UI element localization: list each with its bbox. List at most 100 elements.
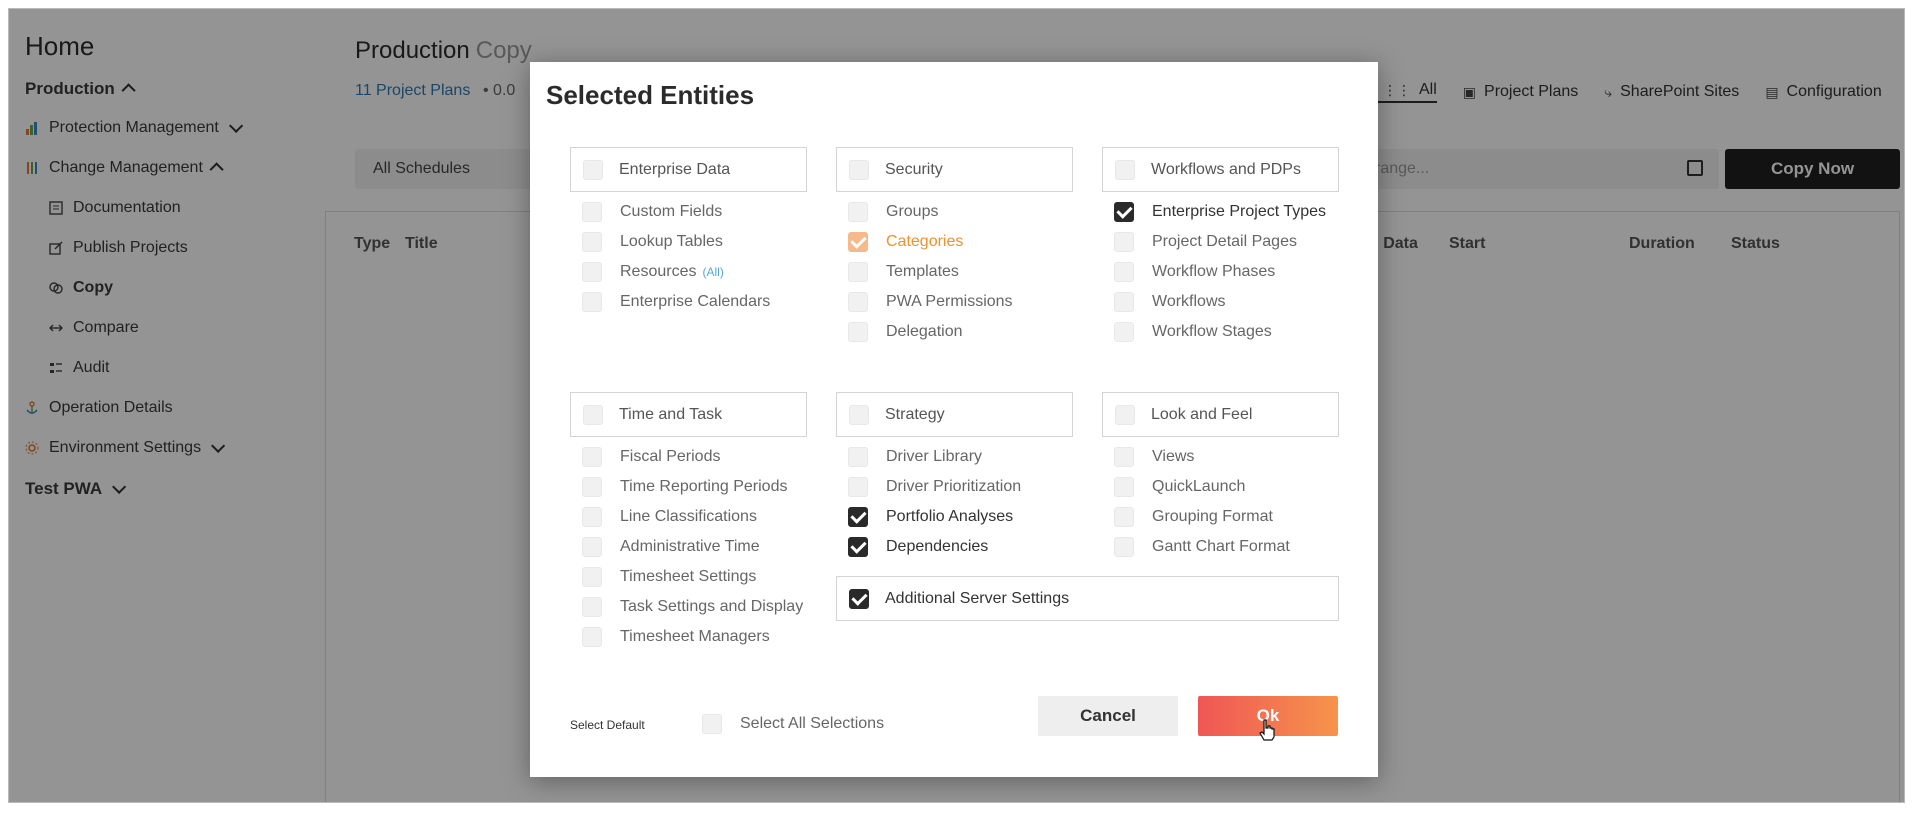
checkbox[interactable] — [582, 262, 602, 282]
cancel-button[interactable]: Cancel — [1038, 696, 1178, 736]
checkbox[interactable] — [582, 597, 602, 617]
option-label: Timesheet Settings — [620, 568, 757, 585]
checkbox[interactable] — [848, 232, 868, 252]
checkbox[interactable] — [1114, 447, 1134, 467]
group-checkbox[interactable] — [849, 404, 869, 425]
option-label: Driver Library — [886, 448, 983, 465]
group-look-and-feel[interactable]: Look and Feel — [1102, 392, 1339, 437]
checkbox[interactable] — [582, 477, 602, 497]
checkbox[interactable] — [848, 322, 868, 342]
option-task-settings-display[interactable]: Task Settings and Display — [582, 597, 803, 617]
option-enterprise-calendars[interactable]: Enterprise Calendars — [582, 292, 770, 312]
group-workflows-pdps[interactable]: Workflows and PDPs — [1102, 147, 1339, 192]
checkbox[interactable] — [702, 714, 722, 734]
option-resources[interactable]: Resources (All) — [582, 262, 724, 282]
option-label: Line Classifications — [620, 508, 757, 525]
checkbox[interactable] — [1114, 507, 1134, 527]
checkbox[interactable] — [848, 262, 868, 282]
option-dependencies[interactable]: Dependencies — [848, 537, 988, 557]
checkbox[interactable] — [848, 477, 868, 497]
option-workflow-phases[interactable]: Workflow Phases — [1114, 262, 1275, 282]
group-security[interactable]: Security — [836, 147, 1073, 192]
option-label: Gantt Chart Format — [1152, 538, 1290, 555]
select-default-label[interactable]: Select Default — [570, 718, 645, 732]
option-time-reporting-periods[interactable]: Time Reporting Periods — [582, 477, 787, 497]
option-label: Project Detail Pages — [1152, 233, 1297, 250]
option-label: Dependencies — [886, 538, 989, 555]
checkbox[interactable] — [848, 537, 868, 557]
option-label: Timesheet Managers — [620, 628, 770, 645]
checkbox[interactable] — [582, 292, 602, 312]
option-label: Time Reporting Periods — [620, 478, 788, 495]
group-time-and-task[interactable]: Time and Task — [570, 392, 807, 437]
group-checkbox[interactable] — [583, 404, 603, 425]
group-enterprise-data[interactable]: Enterprise Data — [570, 147, 807, 192]
option-views[interactable]: Views — [1114, 447, 1194, 467]
option-label: Workflow Phases — [1152, 263, 1276, 280]
option-label: PWA Permissions — [886, 293, 1013, 310]
group-checkbox[interactable] — [1115, 159, 1135, 180]
checkbox[interactable] — [1114, 322, 1134, 342]
option-delegation[interactable]: Delegation — [848, 322, 963, 342]
option-label: QuickLaunch — [1152, 478, 1246, 495]
option-fiscal-periods[interactable]: Fiscal Periods — [582, 447, 720, 467]
checkbox[interactable] — [582, 232, 602, 252]
option-lookup-tables[interactable]: Lookup Tables — [582, 232, 723, 252]
checkbox[interactable] — [582, 507, 602, 527]
group-label: Enterprise Data — [619, 160, 731, 178]
option-label: Enterprise Project Types — [1152, 203, 1327, 220]
option-label: Categories — [886, 233, 964, 250]
option-label: Portfolio Analyses — [886, 508, 1014, 525]
checkbox[interactable] — [1114, 537, 1134, 557]
group-checkbox[interactable] — [1115, 404, 1135, 425]
checkbox[interactable] — [848, 202, 868, 222]
option-label: Workflow Stages — [1152, 323, 1272, 340]
checkbox[interactable] — [1114, 202, 1134, 222]
option-timesheet-managers[interactable]: Timesheet Managers — [582, 627, 770, 647]
option-categories[interactable]: Categories — [848, 232, 963, 252]
option-workflows[interactable]: Workflows — [1114, 292, 1226, 312]
checkbox[interactable] — [1114, 477, 1134, 497]
option-driver-library[interactable]: Driver Library — [848, 447, 982, 467]
checkbox[interactable] — [1114, 262, 1134, 282]
checkbox[interactable] — [582, 202, 602, 222]
resources-all-link[interactable]: (All) — [702, 265, 723, 279]
group-label: Security — [885, 160, 943, 178]
group-additional-server-settings[interactable]: Additional Server Settings — [836, 576, 1339, 621]
option-administrative-time[interactable]: Administrative Time — [582, 537, 760, 557]
checkbox[interactable] — [582, 567, 602, 587]
checkbox[interactable] — [848, 447, 868, 467]
checkbox[interactable] — [582, 537, 602, 557]
option-portfolio-analyses[interactable]: Portfolio Analyses — [848, 507, 1013, 527]
option-enterprise-project-types[interactable]: Enterprise Project Types — [1114, 202, 1326, 222]
group-label: Look and Feel — [1151, 405, 1253, 423]
checkbox[interactable] — [1114, 232, 1134, 252]
group-label: Additional Server Settings — [885, 589, 1070, 607]
group-checkbox[interactable] — [849, 159, 869, 180]
group-strategy[interactable]: Strategy — [836, 392, 1073, 437]
checkbox[interactable] — [582, 447, 602, 467]
option-groups[interactable]: Groups — [848, 202, 938, 222]
option-label: Workflows — [1152, 293, 1226, 310]
checkbox[interactable] — [848, 292, 868, 312]
select-all-option[interactable]: Select All Selections — [702, 714, 884, 734]
checkbox[interactable] — [1114, 292, 1134, 312]
group-checkbox[interactable] — [849, 588, 869, 609]
hand-cursor-icon — [1258, 719, 1276, 741]
option-gantt-chart-format[interactable]: Gantt Chart Format — [1114, 537, 1290, 557]
option-line-classifications[interactable]: Line Classifications — [582, 507, 757, 527]
option-quicklaunch[interactable]: QuickLaunch — [1114, 477, 1245, 497]
option-templates[interactable]: Templates — [848, 262, 959, 282]
option-label: Views — [1152, 448, 1195, 465]
checkbox[interactable] — [582, 627, 602, 647]
checkbox[interactable] — [848, 507, 868, 527]
option-workflow-stages[interactable]: Workflow Stages — [1114, 322, 1272, 342]
group-label: Time and Task — [619, 405, 723, 423]
option-grouping-format[interactable]: Grouping Format — [1114, 507, 1273, 527]
group-checkbox[interactable] — [583, 159, 603, 180]
option-timesheet-settings[interactable]: Timesheet Settings — [582, 567, 756, 587]
option-pwa-permissions[interactable]: PWA Permissions — [848, 292, 1013, 312]
option-custom-fields[interactable]: Custom Fields — [582, 202, 722, 222]
option-driver-prioritization[interactable]: Driver Prioritization — [848, 477, 1021, 497]
option-project-detail-pages[interactable]: Project Detail Pages — [1114, 232, 1297, 252]
